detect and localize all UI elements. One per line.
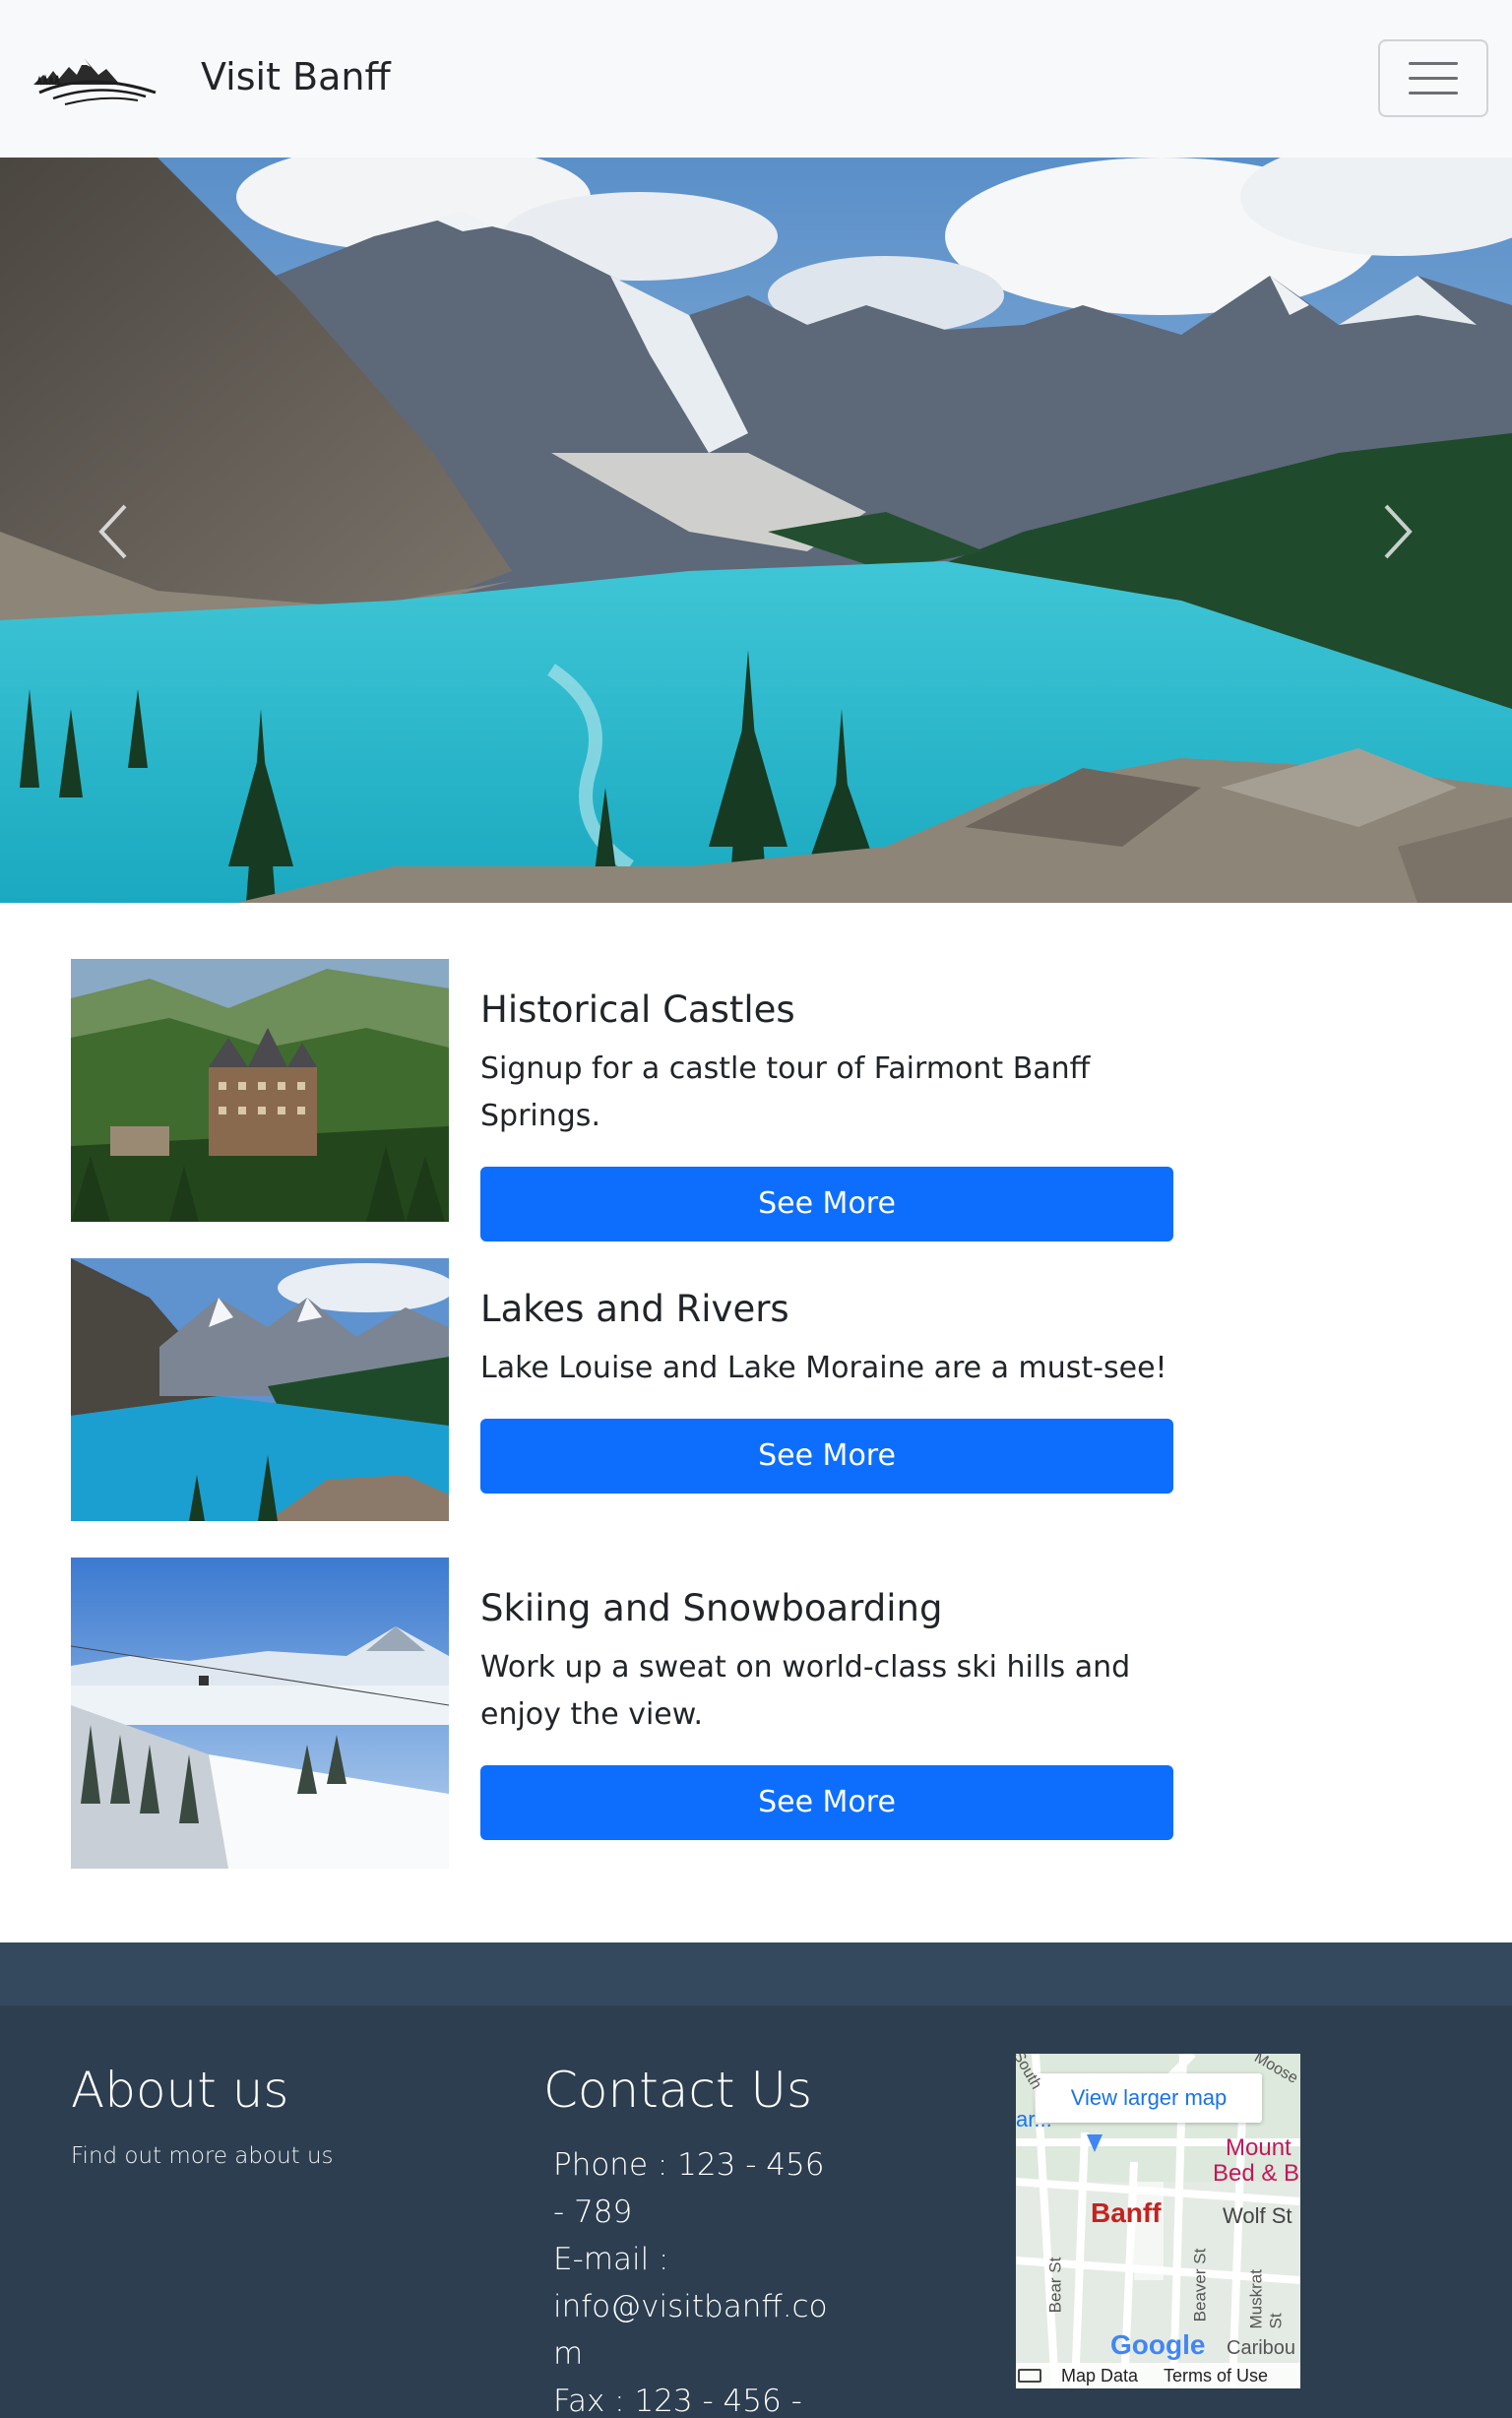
map-label-beaver: Beaver St <box>1190 2248 1210 2323</box>
contact-fax: Fax : 123 - 456 - 789 <box>553 2384 802 2418</box>
card-skiing-and-snowboarding: Skiing and Snowboarding Work up a sweat … <box>71 1558 1173 1869</box>
card-title: Historical Castles <box>480 988 795 1031</box>
contact-email: E-mail : info@visitbanff.com <box>553 2242 828 2372</box>
map-label-bear: Bear St <box>1045 2257 1065 2314</box>
map-label-caribou: Caribou <box>1227 2337 1296 2359</box>
brand-name: Visit Banff <box>201 55 391 98</box>
hero-carousel <box>0 158 1512 903</box>
castle-photo <box>71 959 449 1222</box>
map-label-ar: ar... <box>1016 2107 1052 2132</box>
footer: About us Find out more about us Contact … <box>0 2005 1512 2418</box>
card-title: Lakes and Rivers <box>480 1288 789 1330</box>
navbar: Visit Banff <box>0 0 1512 158</box>
about-heading: About us <box>71 2062 289 2119</box>
hamburger-bar <box>1409 92 1458 95</box>
terms-of-use-link[interactable]: Terms of Use <box>1164 2366 1268 2386</box>
contact-details: Phone : 123 - 456 - 789 E-mail : info@vi… <box>543 2141 829 2418</box>
mountain-logo-icon <box>33 59 157 105</box>
footer-band <box>0 1942 1512 2005</box>
card-text: Work up a sweat on world-class ski hills… <box>480 1650 1131 1733</box>
map-data-link[interactable]: Map Data <box>1061 2366 1138 2386</box>
navbar-toggle-button[interactable] <box>1378 39 1488 117</box>
hamburger-menu-icon <box>1409 62 1458 65</box>
see-more-button[interactable]: See More <box>480 1765 1173 1841</box>
contact-heading: Contact Us <box>543 2062 813 2119</box>
card-body: Lakes and Rivers Lake Louise and Lake Mo… <box>480 1258 1173 1495</box>
chevron-right-icon <box>1384 504 1413 559</box>
map-label-mount: Mount <box>1226 2134 1292 2161</box>
brand-link[interactable]: Visit Banff <box>30 45 391 108</box>
card-text: Signup for a castle tour of Fairmont Ban… <box>480 1051 1091 1134</box>
contact-phone: Phone : 123 - 456 - 789 <box>553 2147 825 2230</box>
footer-about-column: About us Find out more about us <box>71 2061 334 2169</box>
see-more-button[interactable]: See More <box>480 1167 1173 1242</box>
chevron-left-icon <box>98 504 127 559</box>
google-logo: Google <box>1110 2329 1206 2360</box>
card-lakes-and-rivers: Lakes and Rivers Lake Louise and Lake Mo… <box>71 1258 1173 1521</box>
carousel-prev-button[interactable] <box>84 492 143 571</box>
card-body: Historical Castles Signup for a castle t… <box>480 959 1173 1242</box>
map-attribution-bar: Map Data Terms of Use <box>1016 2363 1300 2388</box>
footer-contact-column: Contact Us Phone : 123 - 456 - 789 E-mai… <box>543 2061 839 2418</box>
card-body: Skiing and Snowboarding Work up a sweat … <box>480 1558 1173 1841</box>
view-larger-map-link[interactable]: View larger map <box>1036 2073 1262 2123</box>
see-more-button[interactable]: See More <box>480 1419 1173 1495</box>
embedded-map[interactable]: View larger map South Moose ar... Mount … <box>1016 2054 1300 2388</box>
about-link[interactable]: Find out more about us <box>71 2143 334 2169</box>
card-title: Skiing and Snowboarding <box>480 1587 943 1629</box>
map-label-wolf: Wolf St <box>1223 2203 1292 2228</box>
moraine-lake-photo <box>0 158 1512 903</box>
card-text: Lake Louise and Lake Moraine are a must-… <box>480 1351 1167 1386</box>
keyboard-icon[interactable] <box>1018 2369 1041 2383</box>
lake-photo <box>71 1258 449 1521</box>
hamburger-bar <box>1409 77 1458 80</box>
map-label-bed: Bed & B <box>1213 2160 1300 2187</box>
map-label-muskrat: Muskrat St <box>1246 2269 1286 2329</box>
carousel-next-button[interactable] <box>1368 492 1427 571</box>
card-historical-castles: Historical Castles Signup for a castle t… <box>71 959 1173 1242</box>
map-town-label: Banff <box>1091 2197 1162 2228</box>
ski-hill-photo <box>71 1558 449 1869</box>
